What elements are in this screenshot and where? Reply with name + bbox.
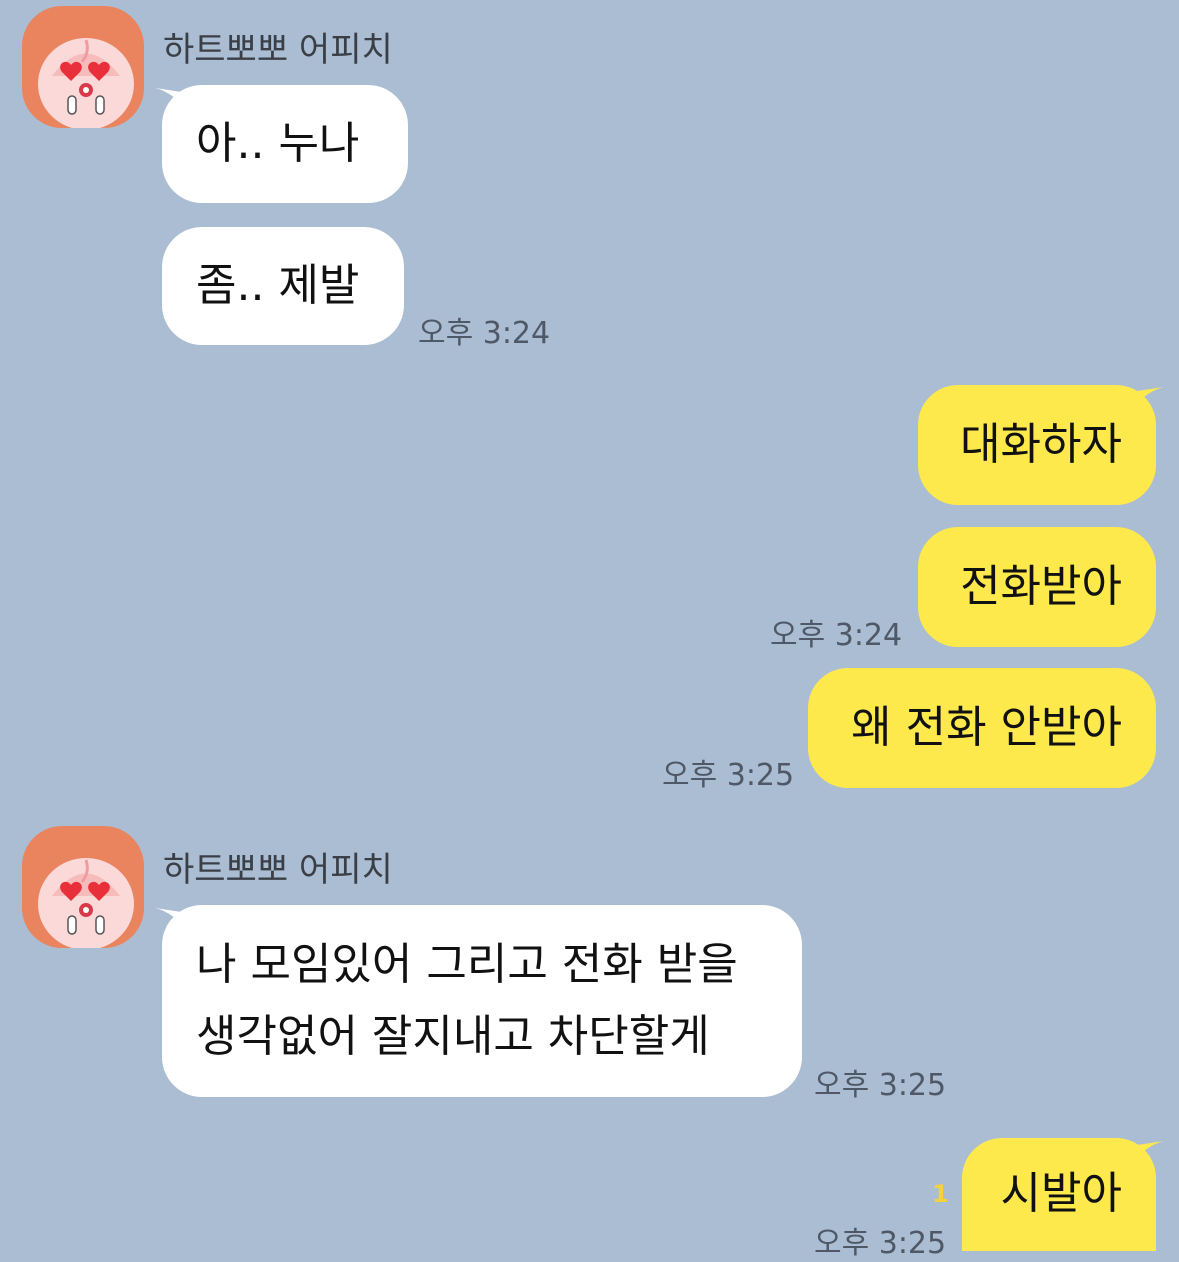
outgoing-message-bubble[interactable]: 전화받아 [918,527,1156,647]
outgoing-message-bubble[interactable]: 대화하자 [918,385,1156,505]
incoming-message-bubble[interactable]: 좀.. 제발 [162,227,404,345]
message-text: 아.. 누나 [196,117,360,169]
incoming-message-bubble[interactable]: 아.. 누나 [162,85,408,203]
sender-name: 하트뽀뽀 어피치 [163,850,393,890]
apeach-avatar-icon [38,38,134,128]
message-text-line: 나 모임있어 그리고 전화 받을 [196,939,738,990]
message-timestamp: 오후 3:25 [814,1226,947,1261]
sender-avatar[interactable] [22,826,144,948]
message-text: 대화하자 [960,418,1122,470]
message-text-line: 생각없어 잘지내고 차단할게 [196,1011,710,1062]
sender-name: 하트뽀뽀 어피치 [163,30,393,70]
message-text: 시발아 [1000,1168,1122,1220]
message-timestamp: 오후 3:24 [770,618,903,653]
message-timestamp: 오후 3:24 [418,316,551,351]
sender-avatar[interactable] [22,6,144,128]
message-timestamp: 오후 3:25 [662,758,795,793]
message-text: 좀.. 제발 [196,259,360,311]
incoming-message-bubble[interactable]: 나 모임있어 그리고 전화 받을 생각없어 잘지내고 차단할게 [162,905,802,1097]
apeach-avatar-icon [38,858,134,948]
message-text: 왜 전화 안받아 [851,701,1122,753]
outgoing-message-bubble[interactable]: 시발아 [962,1138,1156,1251]
outgoing-message-bubble[interactable]: 왜 전화 안받아 [808,668,1156,788]
message-timestamp: 오후 3:25 [814,1068,947,1103]
unread-count-badge: 1 [932,1180,949,1208]
message-text: 전화받아 [960,560,1122,612]
